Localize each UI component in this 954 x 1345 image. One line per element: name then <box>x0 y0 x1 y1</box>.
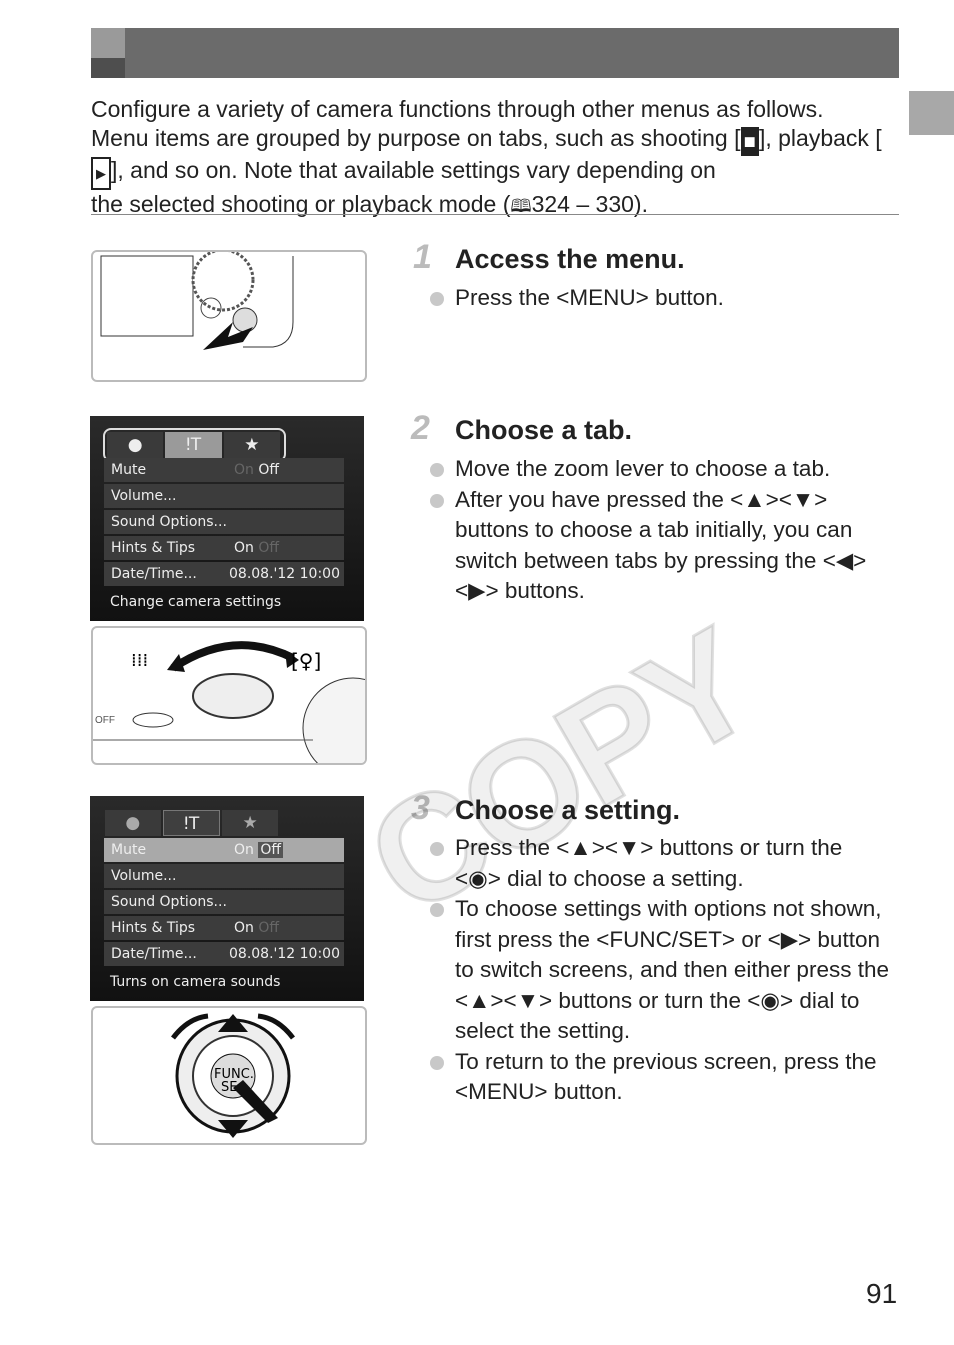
page-number: 91 <box>866 1278 898 1309</box>
svg-text:⁞⁞⁞: ⁞⁞⁞ <box>131 650 148 671</box>
menu-tabs: ● ǃT ★ <box>103 428 286 462</box>
tab-shooting[interactable]: ● <box>107 432 164 458</box>
menu-row[interactable]: Sound Options... <box>104 890 344 914</box>
tab-my-menu[interactable]: ★ <box>222 810 279 836</box>
section-header-bar <box>91 28 899 78</box>
menu-screen-setting: ● ǃT ★ Mute On Off Volume... Sound Options.… <box>90 796 364 1001</box>
menu-row[interactable]: Volume... <box>104 864 344 888</box>
camera-back-illustration <box>91 250 367 382</box>
menu-row[interactable]: Hints & Tips On Off <box>104 536 344 560</box>
camera-icon: ◼ <box>740 127 759 156</box>
chapter-tab <box>909 91 954 135</box>
book-icon: 🕮 <box>510 196 532 216</box>
step-title: Access the menu. <box>455 244 685 274</box>
step-bullets: Press the <MENU> button. <box>430 283 890 314</box>
divider <box>91 214 899 215</box>
menu-row[interactable]: Date/Time... 08.08.'12 10:00 <box>104 942 344 966</box>
zoom-lever-illustration: ⁞⁞⁞ [♀] OFF <box>91 626 367 765</box>
step-number: 2 <box>411 409 430 447</box>
menu-row[interactable]: Mute On Off <box>104 458 344 482</box>
menu-tabs: ● ǃT ★ <box>103 808 282 838</box>
manual-page: Configure a variety of camera functions … <box>0 0 954 1345</box>
control-dial-illustration: FUNC. SE <box>91 1006 367 1145</box>
svg-text:OFF: OFF <box>95 715 115 726</box>
menu-row[interactable]: Date/Time... 08.08.'12 10:00 <box>104 562 344 586</box>
menu-screen-tab: ● ǃT ★ Mute On Off Volume... Sound Options.… <box>90 416 364 621</box>
intro-paragraph: Configure a variety of camera functions … <box>91 96 882 217</box>
tab-setup[interactable]: ǃT <box>165 432 222 458</box>
menu-hint: Change camera settings <box>110 594 282 610</box>
menu-row-selected[interactable]: Mute On Off <box>104 838 344 862</box>
step-bullets: Move the zoom lever to choose a tab. Aft… <box>430 454 890 607</box>
tab-setup[interactable]: ǃT <box>162 810 221 836</box>
tab-shooting[interactable]: ● <box>105 810 161 836</box>
step-number: 1 <box>413 238 432 276</box>
play-icon: ▶ <box>91 157 111 190</box>
menu-hint: Turns on camera sounds <box>110 974 281 990</box>
tab-my-menu[interactable]: ★ <box>223 432 280 458</box>
step-title: Choose a tab. <box>455 415 633 445</box>
svg-text:[♀]: [♀] <box>291 649 321 673</box>
menu-row[interactable]: Sound Options... <box>104 510 344 534</box>
menu-row[interactable]: Hints & Tips On Off <box>104 916 344 940</box>
menu-row[interactable]: Volume... <box>104 484 344 508</box>
